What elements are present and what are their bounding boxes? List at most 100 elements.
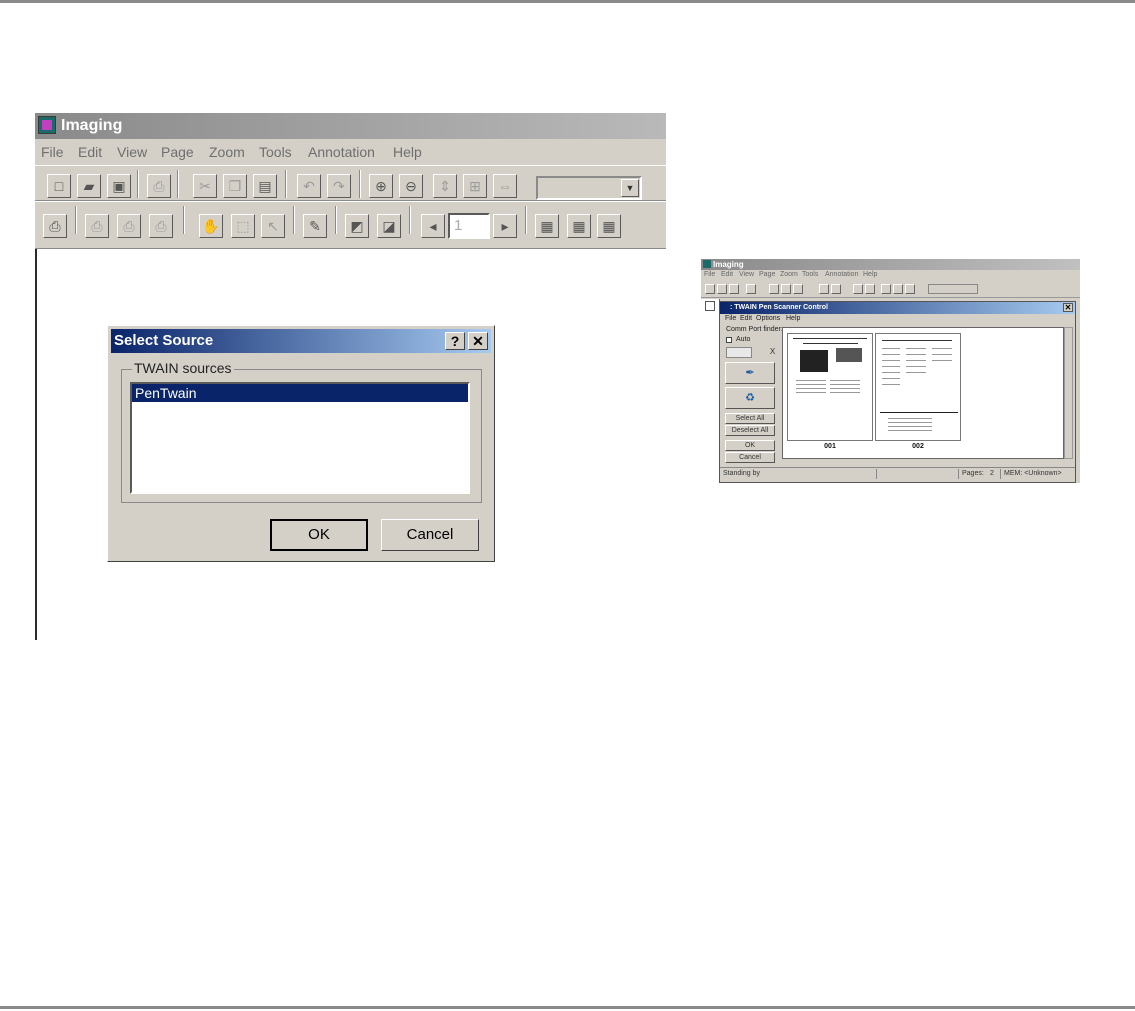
save-icon[interactable]: ▣ xyxy=(107,174,131,198)
copy-icon[interactable] xyxy=(781,284,791,294)
chevron-down-icon[interactable]: ▼ xyxy=(621,179,639,197)
menu-edit[interactable]: Edit xyxy=(721,270,733,280)
ok-button[interactable]: OK xyxy=(270,519,368,551)
recycle-icon[interactable]: ♻ xyxy=(725,387,775,409)
undo-icon[interactable]: ↶ xyxy=(297,174,321,198)
close-button[interactable]: ✕ xyxy=(468,332,488,350)
zoom-combo[interactable]: ▼ xyxy=(536,176,642,200)
hand-icon[interactable]: ✋ xyxy=(199,214,223,238)
clear-button[interactable]: X xyxy=(768,347,777,357)
menu-zoom[interactable]: Zoom xyxy=(209,139,245,165)
sources-list[interactable]: PenTwain xyxy=(130,382,470,494)
fit-width-icon[interactable]: ⇔ xyxy=(493,174,517,198)
dialog-title-bar[interactable]: Select Source ? ✕ xyxy=(111,329,491,353)
vertical-scrollbar[interactable] xyxy=(1064,327,1073,459)
fit-height-icon[interactable]: ⇕ xyxy=(433,174,457,198)
next-page-icon[interactable]: ▸ xyxy=(493,214,517,238)
menu-bar: File Edit View Page Zoom Tools Annotatio… xyxy=(35,139,666,165)
imaging-app-icon xyxy=(38,116,56,134)
scan-insert-icon[interactable]: ⎙ xyxy=(117,214,141,238)
list-item[interactable]: PenTwain xyxy=(132,384,468,402)
one-page-view-icon[interactable]: ▦ xyxy=(535,214,559,238)
prev-page-icon[interactable]: ◂ xyxy=(421,214,445,238)
undo-icon[interactable] xyxy=(819,284,829,294)
select-icon[interactable]: ⬚ xyxy=(231,214,255,238)
title-bar[interactable]: Imaging xyxy=(35,113,666,139)
fit-height-icon[interactable] xyxy=(881,284,891,294)
cut-icon[interactable] xyxy=(769,284,779,294)
new-icon[interactable] xyxy=(705,284,715,294)
menu-annotation[interactable]: Annotation xyxy=(308,139,375,165)
twain-sources-group: TWAIN sources PenTwain xyxy=(121,360,482,503)
open-icon[interactable] xyxy=(717,284,727,294)
zoom-out-icon[interactable]: ⊖ xyxy=(399,174,423,198)
scan-icon[interactable] xyxy=(705,301,715,311)
page-thumbnail[interactable] xyxy=(875,333,961,441)
small-title-bar[interactable]: Imaging xyxy=(701,259,1080,270)
cut-icon[interactable]: ✂ xyxy=(193,174,217,198)
page-thumbnail[interactable] xyxy=(787,333,873,441)
zoom-in-icon[interactable] xyxy=(853,284,863,294)
save-icon[interactable] xyxy=(729,284,739,294)
menu-file[interactable]: File xyxy=(725,314,736,323)
rotate-icon[interactable]: ◩ xyxy=(345,214,369,238)
annotation-icon[interactable]: ✎ xyxy=(303,214,327,238)
scan-append-icon[interactable]: ⎙ xyxy=(149,214,173,238)
best-fit-icon[interactable]: ⊞ xyxy=(463,174,487,198)
select-all-button[interactable]: Select All xyxy=(725,413,775,424)
fit-width-icon[interactable] xyxy=(905,284,915,294)
menu-view[interactable]: View xyxy=(117,139,147,165)
comm-port-field[interactable] xyxy=(726,347,752,358)
scan-icon[interactable]: ⎙ xyxy=(43,214,67,238)
page-number-field[interactable]: 1 xyxy=(448,213,490,239)
print-icon[interactable] xyxy=(746,284,756,294)
menu-view[interactable]: View xyxy=(739,270,754,280)
deselect-all-button[interactable]: Deselect All xyxy=(725,425,775,436)
copy-icon[interactable]: ❐ xyxy=(223,174,247,198)
auto-checkbox[interactable] xyxy=(726,337,732,343)
ok-button[interactable]: OK xyxy=(725,440,775,451)
menu-file[interactable]: File xyxy=(704,270,715,280)
thumbnail-icon[interactable]: ◪ xyxy=(377,214,401,238)
close-button[interactable]: ✕ xyxy=(1063,303,1073,312)
menu-help[interactable]: Help xyxy=(863,270,877,280)
redo-icon[interactable] xyxy=(831,284,841,294)
zoom-combo[interactable] xyxy=(928,284,978,294)
help-button[interactable]: ? xyxy=(445,332,465,350)
menu-help[interactable]: Help xyxy=(786,314,800,323)
menu-edit[interactable]: Edit xyxy=(740,314,752,323)
paste-icon[interactable]: ▤ xyxy=(253,174,277,198)
small-window-title: Imaging xyxy=(713,260,744,269)
zoom-out-icon[interactable] xyxy=(865,284,875,294)
pointer-icon[interactable]: ↖ xyxy=(261,214,285,238)
imaging-toolbar: ⎙ ⎙ ⎙ ⎙ ✋ ⬚ ↖ ✎ ◩ ◪ ◂ 1 ▸ ▦ ▦ ▦ xyxy=(35,201,666,249)
menu-page[interactable]: Page xyxy=(759,270,775,280)
thumbnail-view-icon[interactable]: ▦ xyxy=(567,214,591,238)
menu-tools[interactable]: Tools xyxy=(802,270,818,280)
new-icon[interactable]: □ xyxy=(47,174,71,198)
menu-page[interactable]: Page xyxy=(161,139,194,165)
menu-zoom[interactable]: Zoom xyxy=(780,270,798,280)
menu-edit[interactable]: Edit xyxy=(78,139,102,165)
twain-menu-bar: File Edit Options Help xyxy=(720,314,1075,323)
zoom-in-icon[interactable]: ⊕ xyxy=(369,174,393,198)
menu-tools[interactable]: Tools xyxy=(259,139,292,165)
paste-icon[interactable] xyxy=(793,284,803,294)
scan-pen-icon[interactable]: ✒ xyxy=(725,362,775,384)
menu-annotation[interactable]: Annotation xyxy=(825,270,858,280)
best-fit-icon[interactable] xyxy=(893,284,903,294)
menu-file[interactable]: File xyxy=(41,139,64,165)
page-thumbnail-view-icon[interactable]: ▦ xyxy=(597,214,621,238)
print-icon[interactable]: ⎙ xyxy=(147,174,171,198)
cancel-button[interactable]: Cancel xyxy=(725,452,775,463)
small-left-panel xyxy=(701,299,720,483)
redo-icon[interactable]: ↷ xyxy=(327,174,351,198)
menu-options[interactable]: Options xyxy=(756,314,780,323)
open-icon[interactable]: ▰ xyxy=(77,174,101,198)
scan-new-icon[interactable]: ⎙ xyxy=(85,214,109,238)
status-separator xyxy=(1000,469,1001,479)
menu-help[interactable]: Help xyxy=(393,139,422,165)
cancel-button[interactable]: Cancel xyxy=(381,519,479,551)
imaging-app-icon xyxy=(703,260,711,268)
twain-title-bar[interactable]: : TWAIN Pen Scanner Control ✕ xyxy=(720,302,1075,314)
